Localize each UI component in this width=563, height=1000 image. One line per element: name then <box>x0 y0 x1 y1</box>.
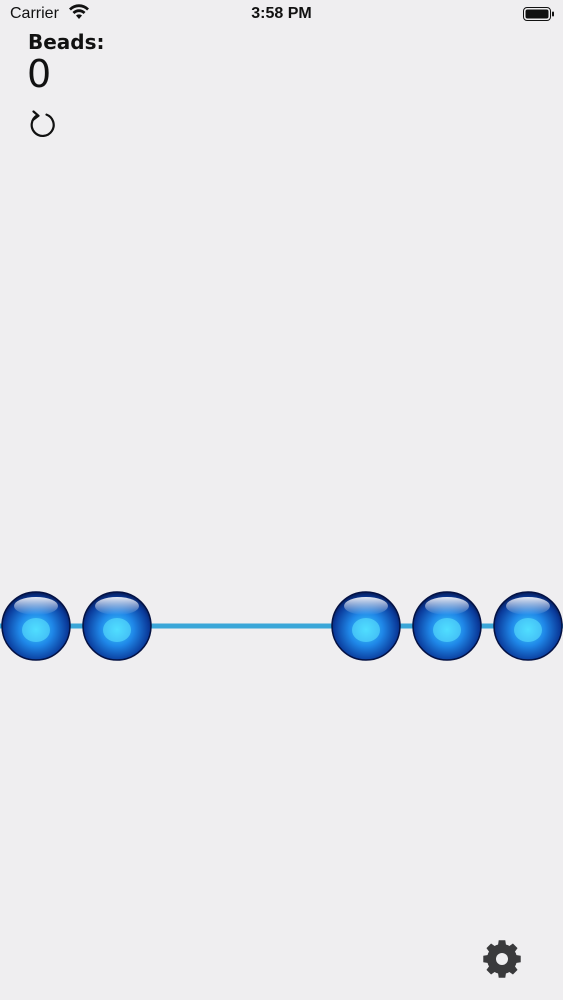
gear-icon <box>483 940 521 978</box>
bead[interactable] <box>412 591 482 661</box>
settings-button[interactable] <box>481 938 523 980</box>
status-bar: Carrier 3:58 PM <box>0 0 563 30</box>
bead[interactable] <box>1 591 71 661</box>
bead[interactable] <box>493 591 563 661</box>
bead[interactable] <box>82 591 152 661</box>
reset-button[interactable] <box>28 110 58 140</box>
beads-count: 0 <box>27 52 52 96</box>
status-time: 3:58 PM <box>251 5 312 22</box>
battery-icon <box>523 7 554 21</box>
reset-icon <box>30 110 55 137</box>
beads-label: Beads: <box>28 30 105 54</box>
bead-string[interactable] <box>0 590 563 662</box>
bead[interactable] <box>331 591 401 661</box>
